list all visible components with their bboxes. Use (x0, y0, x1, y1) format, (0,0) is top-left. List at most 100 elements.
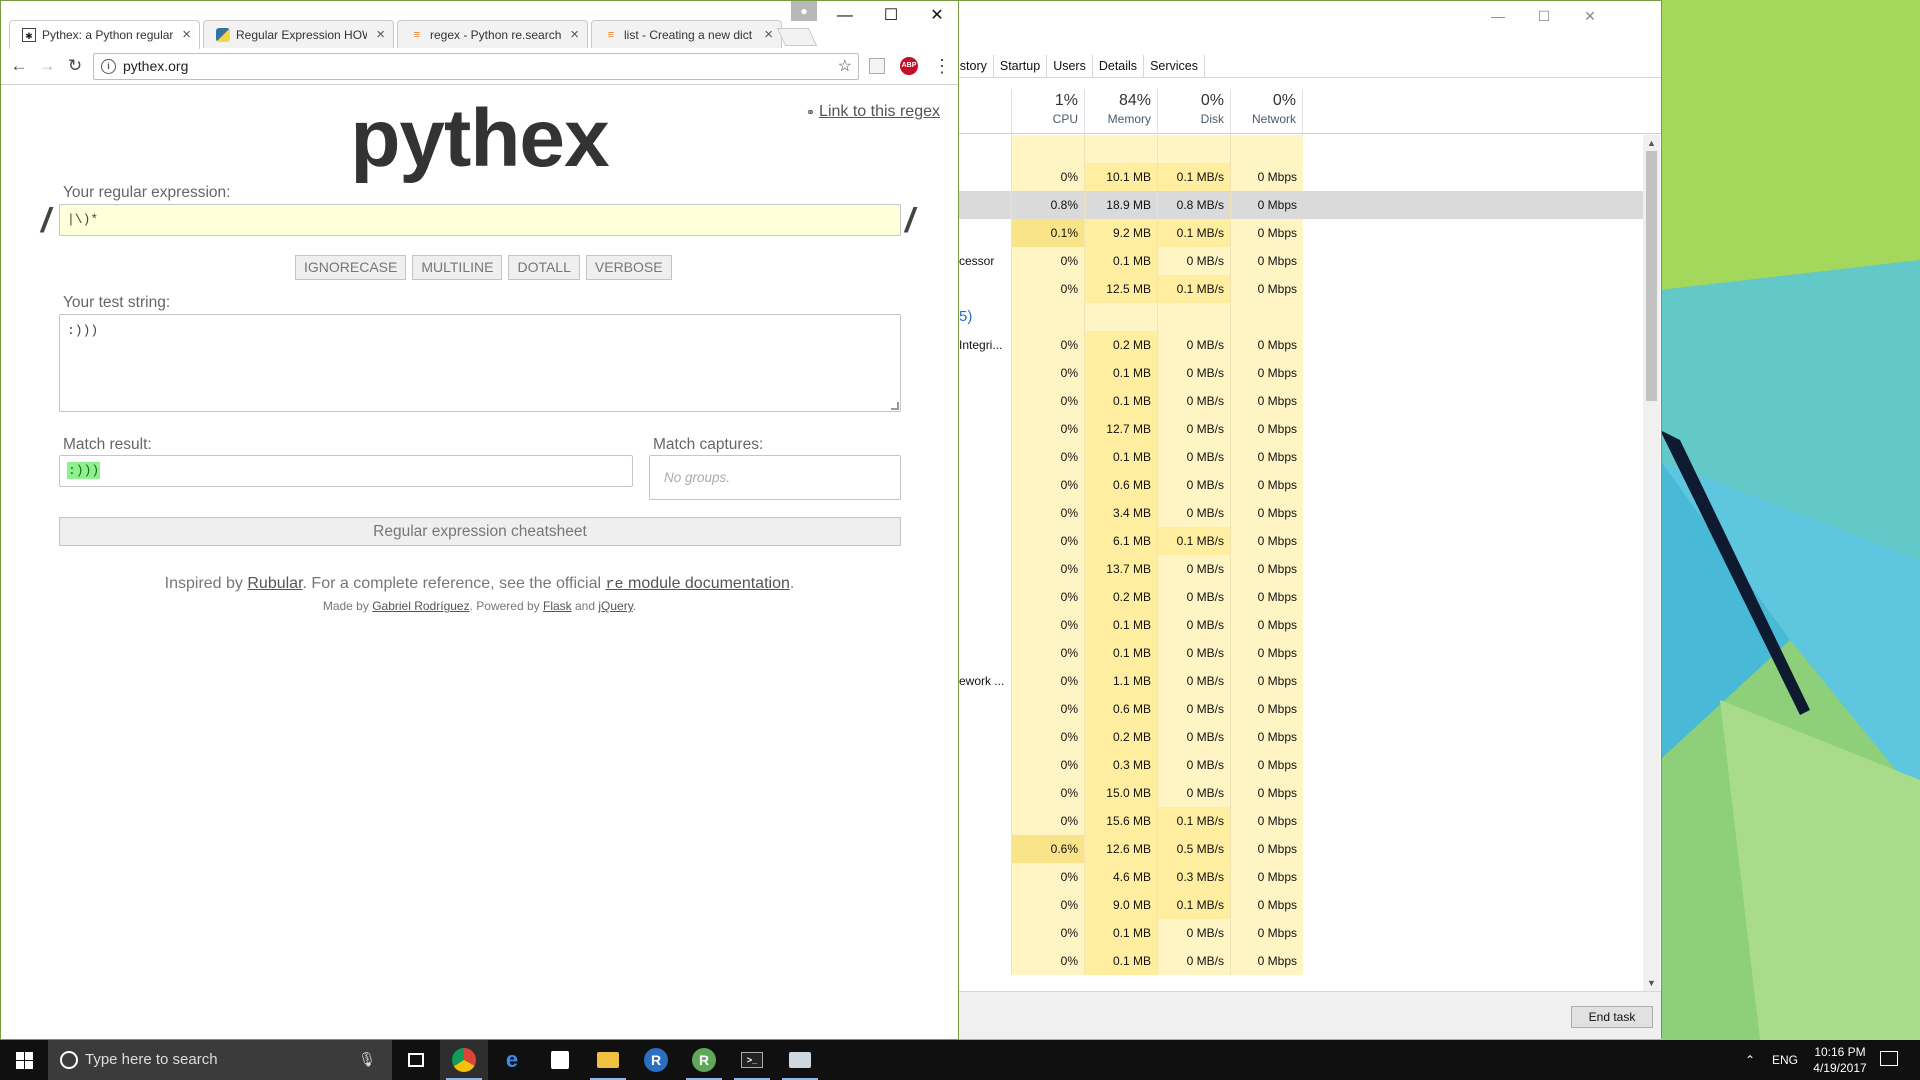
table-row[interactable]: 0% 9.0 MB 0.1 MB/s 0 Mbps (951, 891, 1643, 919)
browser-tab-python-howto[interactable]: Regular Expression HOW × (203, 20, 394, 48)
browser-tab-list-dict[interactable]: ≡ list - Creating a new dict × (591, 20, 782, 48)
table-row[interactable]: 0.8% 18.9 MB 0.8 MB/s 0 Mbps (951, 191, 1643, 219)
resize-grip-icon[interactable] (891, 402, 899, 410)
table-row[interactable]: 0% 0.6 MB 0 MB/s 0 Mbps (951, 471, 1643, 499)
author-link[interactable]: Gabriel Rodríguez (372, 599, 469, 613)
table-row[interactable]: 0% 0.2 MB 0 MB/s 0 Mbps (951, 583, 1643, 611)
flask-link[interactable]: Flask (543, 599, 572, 613)
scroll-down-icon[interactable]: ▼ (1643, 975, 1660, 991)
taskbar-r[interactable]: R (632, 1040, 680, 1080)
maximize-icon[interactable]: ☐ (1521, 1, 1567, 31)
table-row[interactable]: 0% 0.1 MB 0 MB/s 0 Mbps (951, 611, 1643, 639)
table-row[interactable]: 0% 0.1 MB 0 MB/s 0 Mbps (951, 443, 1643, 471)
cheatsheet-button[interactable]: Regular expression cheatsheet (59, 517, 901, 546)
table-row[interactable]: 0% 0.6 MB 0 MB/s 0 Mbps (951, 695, 1643, 723)
table-row[interactable]: 0.6% 12.6 MB 0.5 MB/s 0 Mbps (951, 835, 1643, 863)
taskbar-store[interactable] (536, 1040, 584, 1080)
scroll-up-icon[interactable]: ▲ (1643, 135, 1660, 151)
browser-tab-pythex[interactable]: ✱ Pythex: a Python regular × (9, 20, 200, 49)
table-row[interactable]: 0% 3.4 MB 0 MB/s 0 Mbps (951, 499, 1643, 527)
taskbar-cmd[interactable]: >_ (728, 1040, 776, 1080)
table-row[interactable]: 5) (951, 303, 1643, 331)
input-language[interactable]: ENG (1772, 1040, 1798, 1080)
tab-close-icon[interactable]: × (376, 21, 385, 49)
table-row[interactable]: cessor 0% 0.1 MB 0 MB/s 0 Mbps (951, 247, 1643, 275)
memory-column-header[interactable]: 84% Memory (1084, 89, 1157, 133)
table-row[interactable]: 0% 12.5 MB 0.1 MB/s 0 Mbps (951, 275, 1643, 303)
back-arrow-icon[interactable]: ← (9, 56, 29, 76)
forward-arrow-icon[interactable]: → (37, 56, 57, 76)
regex-input[interactable]: |\)* (59, 204, 901, 236)
taskbar-search[interactable]: Type here to search 🎙 (48, 1040, 392, 1080)
taskbar-chrome[interactable] (440, 1040, 488, 1080)
taskbar-file-explorer[interactable] (584, 1040, 632, 1080)
table-row[interactable]: 0% 0.1 MB 0 MB/s 0 Mbps (951, 359, 1643, 387)
taskbar-rstudio[interactable]: R (680, 1040, 728, 1080)
table-row[interactable]: 0% 0.1 MB 0 MB/s 0 Mbps (951, 919, 1643, 947)
task-view-button[interactable] (392, 1040, 440, 1080)
end-task-button[interactable]: End task (1571, 1006, 1653, 1028)
tab-startup[interactable]: Startup (994, 55, 1048, 77)
ignorecase-toggle[interactable]: IGNORECASE (295, 255, 407, 280)
new-tab-button[interactable] (776, 28, 818, 46)
minimize-icon[interactable]: — (1475, 1, 1521, 31)
chrome-menu-icon[interactable]: ⋮ (933, 54, 951, 78)
show-hidden-icons-icon[interactable]: ⌃ (1745, 1040, 1755, 1080)
browser-tab-regex-search[interactable]: ≡ regex - Python re.search × (397, 20, 588, 48)
maximize-icon[interactable]: ☐ (868, 1, 914, 31)
taskbar-task-manager[interactable] (776, 1040, 824, 1080)
bookmark-star-icon[interactable]: ☆ (838, 54, 852, 79)
close-icon[interactable]: ✕ (914, 1, 960, 31)
profile-icon[interactable]: ● (791, 1, 817, 21)
action-center-icon[interactable] (1880, 1051, 1898, 1066)
table-row[interactable]: 0% 10.1 MB 0.1 MB/s 0 Mbps (951, 163, 1643, 191)
tab-details[interactable]: Details (1093, 55, 1145, 77)
extension-icon[interactable] (869, 58, 885, 74)
permalink-link[interactable]: ⚭ Link to this regex (806, 103, 940, 121)
table-row[interactable]: Integri... 0% 0.2 MB 0 MB/s 0 Mbps (951, 331, 1643, 359)
table-row[interactable]: 0% 0.1 MB 0 MB/s 0 Mbps (951, 387, 1643, 415)
tab-close-icon[interactable]: × (570, 21, 579, 49)
table-row[interactable]: 0% 15.6 MB 0.1 MB/s 0 Mbps (951, 807, 1643, 835)
cpu-total: 1% (1054, 92, 1078, 109)
process-network-cell: 0 Mbps (1230, 555, 1303, 583)
microphone-icon[interactable]: 🎙 (358, 1051, 376, 1068)
reload-icon[interactable]: ↻ (65, 56, 85, 76)
tab-close-icon[interactable]: × (182, 21, 191, 49)
taskbar-edge[interactable]: e (488, 1040, 536, 1080)
taskbar-clock[interactable]: 10:16 PM 4/19/2017 (1800, 1044, 1880, 1076)
test-string-input[interactable]: :))) (59, 314, 901, 412)
verbose-toggle[interactable]: VERBOSE (585, 255, 672, 280)
multiline-toggle[interactable]: MULTILINE (412, 255, 503, 280)
site-info-icon[interactable]: i (101, 59, 116, 74)
table-row[interactable]: 0% 15.0 MB 0 MB/s 0 Mbps (951, 779, 1643, 807)
tab-close-icon[interactable]: × (764, 21, 773, 49)
address-bar[interactable]: i pythex.org ☆ (93, 53, 859, 80)
adblock-plus-icon[interactable]: ABP (900, 57, 918, 75)
table-row[interactable]: 0% 12.7 MB 0 MB/s 0 Mbps (951, 415, 1643, 443)
minimize-icon[interactable]: — (822, 1, 868, 31)
table-row[interactable]: 0% 4.6 MB 0.3 MB/s 0 Mbps (951, 863, 1643, 891)
table-row[interactable]: ework ... 0% 1.1 MB 0 MB/s 0 Mbps (951, 667, 1643, 695)
table-row[interactable]: 0% 0.1 MB 0 MB/s 0 Mbps (951, 639, 1643, 667)
start-button[interactable] (0, 1040, 48, 1080)
process-list-scrollbar[interactable]: ▲ ▼ (1643, 135, 1660, 991)
dotall-toggle[interactable]: DOTALL (508, 255, 580, 280)
table-row[interactable]: 0% 0.2 MB 0 MB/s 0 Mbps (951, 723, 1643, 751)
re-docs-link[interactable]: re module documentation (606, 575, 790, 593)
jquery-link[interactable]: jQuery (598, 599, 632, 613)
table-row[interactable]: 0% 0.1 MB 0 MB/s 0 Mbps (951, 947, 1643, 975)
table-row[interactable]: 0.1% 9.2 MB 0.1 MB/s 0 Mbps (951, 219, 1643, 247)
tab-services[interactable]: Services (1144, 55, 1205, 77)
tab-users[interactable]: Users (1047, 55, 1093, 77)
cpu-column-header[interactable]: 1% CPU (1011, 89, 1084, 133)
table-row[interactable]: 0% 6.1 MB 0.1 MB/s 0 Mbps (951, 527, 1643, 555)
network-column-header[interactable]: 0% Network (1230, 89, 1303, 133)
table-row[interactable] (951, 135, 1643, 163)
table-row[interactable]: 0% 13.7 MB 0 MB/s 0 Mbps (951, 555, 1643, 583)
scrollbar-thumb[interactable] (1646, 151, 1657, 401)
rubular-link[interactable]: Rubular (247, 575, 302, 592)
table-row[interactable]: 0% 0.3 MB 0 MB/s 0 Mbps (951, 751, 1643, 779)
close-icon[interactable]: ✕ (1567, 1, 1613, 31)
disk-column-header[interactable]: 0% Disk (1157, 89, 1230, 133)
